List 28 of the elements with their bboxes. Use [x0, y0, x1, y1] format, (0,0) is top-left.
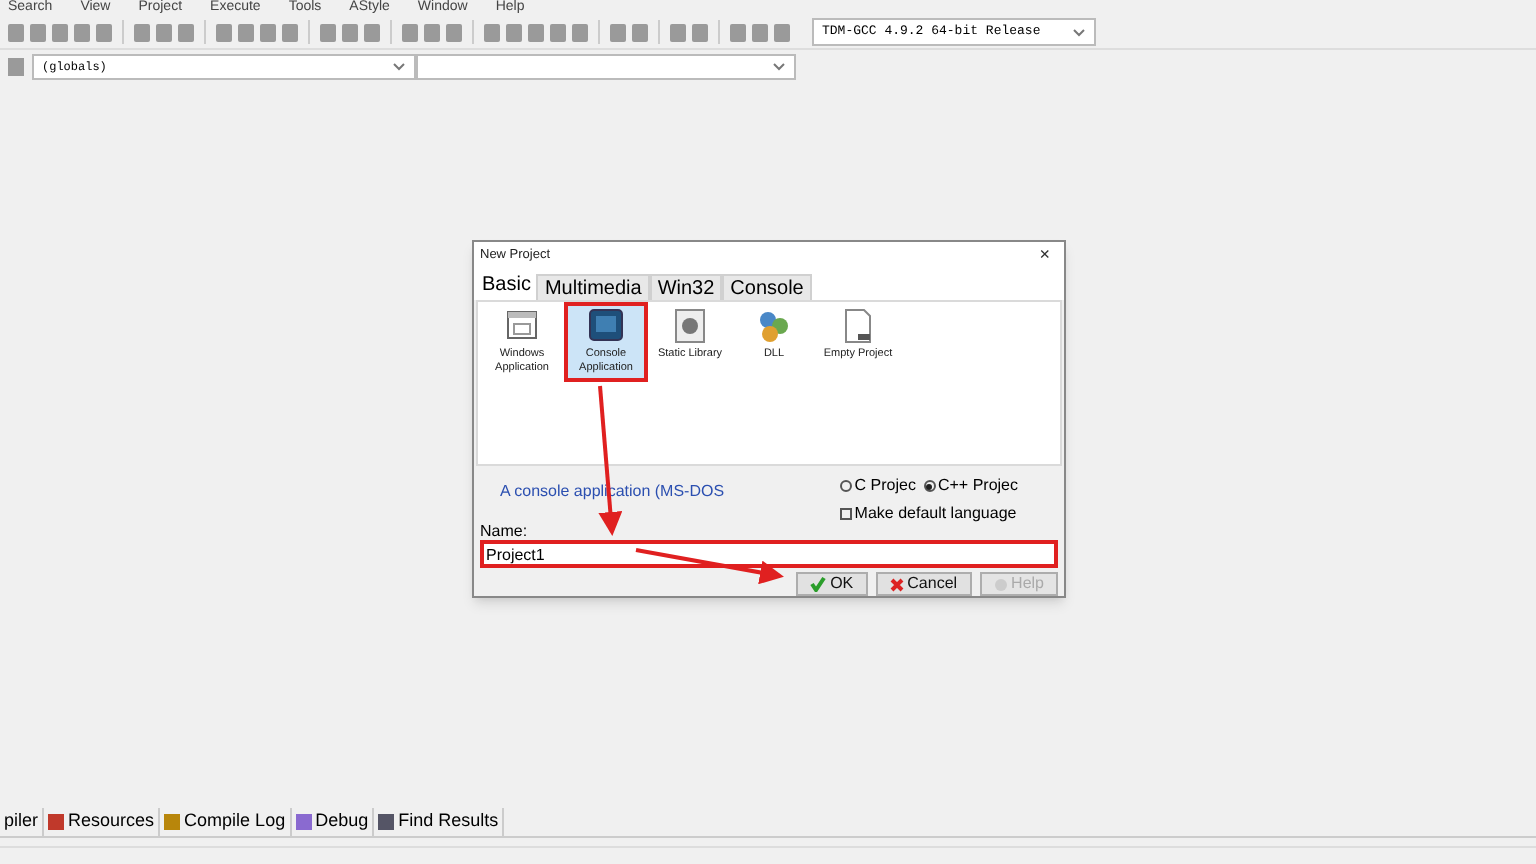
console-template-icon: [588, 308, 624, 345]
panel-tab[interactable]: Find Results: [374, 808, 505, 836]
panel-tab[interactable]: piler: [0, 808, 45, 836]
panel-tab[interactable]: Compile Log: [160, 808, 292, 836]
empty-template-icon: [840, 308, 876, 345]
radio-button[interactable]: C Projec: [840, 474, 916, 499]
panel-tab[interactable]: Debug: [291, 808, 375, 836]
window-template-icon: [504, 308, 540, 345]
function-dropdown[interactable]: [416, 53, 796, 79]
help-icon: [993, 577, 1008, 591]
close-button[interactable]: ×: [1039, 242, 1058, 270]
dll-template-icon: [756, 308, 792, 345]
tab[interactable]: Win32: [649, 274, 723, 301]
tab[interactable]: Multimedia: [536, 274, 650, 301]
name-input[interactable]: Project1: [480, 540, 1058, 568]
library-template-icon: [672, 308, 708, 345]
chevron-icon: [772, 61, 786, 71]
ok-button[interactable]: OK: [796, 572, 868, 596]
chevron-icon: [392, 61, 406, 71]
name-label: Name:: [478, 522, 530, 541]
tab[interactable]: Console: [722, 274, 812, 301]
cross-icon: [889, 577, 904, 591]
panel-tab[interactable]: Resources: [44, 808, 161, 836]
radio-button[interactable]: C++ Projec: [923, 474, 1018, 499]
chevron-icon: [1072, 27, 1086, 37]
check-icon: [810, 576, 827, 592]
cancel-button[interactable]: Cancel: [875, 572, 972, 596]
checkbox[interactable]: Make default language: [840, 502, 1018, 527]
